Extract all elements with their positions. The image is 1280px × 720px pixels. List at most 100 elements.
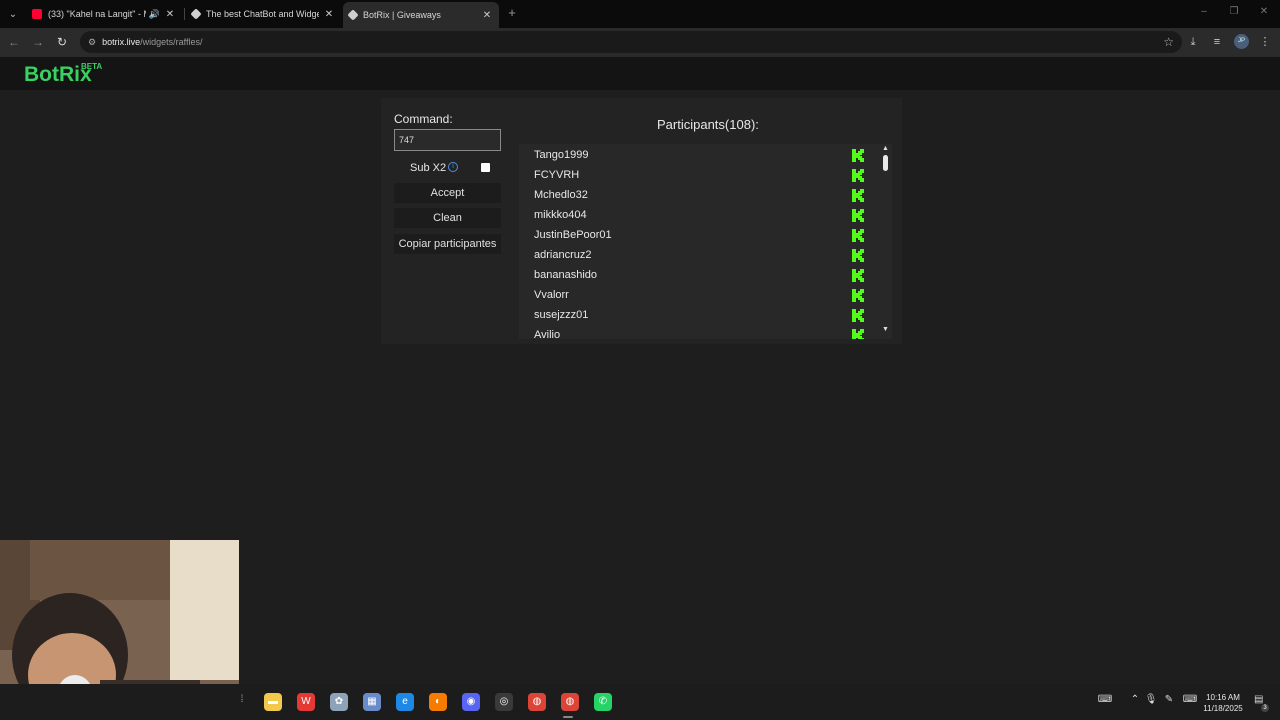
command-input[interactable] [394, 129, 501, 151]
kick-icon [852, 229, 864, 242]
edge-icon[interactable]: e [396, 693, 414, 711]
participant-row: bananashido [519, 265, 869, 285]
kick-icon [852, 169, 864, 182]
system-clock[interactable]: 10:16 AM 11/18/2025 [1198, 692, 1248, 714]
participant-name: FCYVRH [534, 169, 580, 181]
sub-x2-label: Sub X2 [410, 162, 447, 174]
botrix-favicon-icon [190, 8, 202, 20]
restore-icon[interactable]: ❐ [1227, 6, 1241, 17]
participant-row: Avilio [519, 325, 869, 339]
reload-icon[interactable]: ↻ [54, 34, 70, 50]
clock-time: 10:16 AM [1206, 693, 1240, 702]
close-window-icon[interactable]: ✕ [1257, 6, 1271, 17]
tab-divider [184, 8, 185, 20]
forward-icon[interactable]: → [30, 34, 46, 50]
participant-name: adriancruz2 [534, 249, 592, 261]
keyboard-layout-icon[interactable]: ⌨ [1097, 694, 1113, 705]
copy-participants-button[interactable]: Copiar participantes [394, 234, 501, 254]
participant-row: JustinBePoor01 [519, 225, 869, 245]
touch-keyboard-icon[interactable]: ⌨ [1182, 694, 1198, 705]
scroll-up-arrow-icon[interactable]: ▲ [882, 145, 889, 152]
participant-row: susejzzz01 [519, 305, 869, 325]
participants-list[interactable]: ▲ ▼ Tango1999 FCYVRH Mchedlo32 mikkko404 Jus… [519, 144, 892, 339]
participant-row: mikkko404 [519, 205, 869, 225]
scroll-down-arrow-icon[interactable]: ▼ [882, 326, 889, 333]
chrome-profile-icon[interactable]: ◍ [561, 693, 579, 711]
tab-youtube[interactable]: (33) "Kahel na Langit" - Mal 🔊 ✕ [26, 3, 182, 25]
clean-button[interactable]: Clean [394, 208, 501, 228]
participant-name: mikkko404 [534, 209, 587, 221]
tab-title: The best ChatBot and Widgets [206, 9, 319, 19]
audio-playing-icon[interactable]: 🔊 [149, 9, 160, 20]
participant-name: JustinBePoor01 [534, 229, 612, 241]
whatsapp-icon[interactable]: ✆ [594, 693, 612, 711]
participant-row: Mchedlo32 [519, 185, 869, 205]
raffle-panel: Command: Sub X2 i Accept Clean Copiar pa… [381, 98, 902, 344]
browser-toolbar: ← → ↻ ⚙ botrix.live /widgets/raffles/ ☆ … [0, 28, 1280, 57]
close-tab-icon[interactable]: ✕ [323, 9, 335, 20]
url-path: /widgets/raffles/ [140, 37, 203, 47]
tab-search-chevron-icon[interactable]: ⌄ [4, 5, 22, 23]
media-queue-icon[interactable]: ≡ [1209, 34, 1225, 50]
notifications-icon[interactable]: ▤ [1254, 694, 1263, 705]
participant-name: Vvalorr [534, 289, 569, 301]
botrix-favicon-icon [347, 9, 359, 21]
sub-x2-checkbox[interactable] [481, 163, 490, 172]
participant-row: Vvalorr [519, 285, 869, 305]
scrollbar-thumb[interactable] [883, 155, 888, 171]
address-bar[interactable]: ⚙ botrix.live /widgets/raffles/ ☆ [80, 31, 1182, 53]
site-header: BotRix BETA [0, 57, 1280, 90]
notification-count-badge: 3 [1261, 704, 1269, 712]
active-app-indicator [563, 716, 573, 718]
browser-menu-icon[interactable]: ⋮ [1257, 34, 1273, 50]
browser-tab-bar: ⌄ (33) "Kahel na Langit" - Mal 🔊 ✕ The b… [0, 0, 1280, 28]
sub-x2-option: Sub X2 i [394, 159, 501, 177]
participant-row: adriancruz2 [519, 245, 869, 265]
clock-date: 11/18/2025 [1203, 704, 1243, 713]
accept-button[interactable]: Accept [394, 183, 501, 203]
task-view-icon[interactable]: ⁞ [234, 694, 250, 705]
url-host: botrix.live [102, 37, 141, 47]
site-info-icon[interactable]: ⚙ [88, 37, 96, 48]
tab-botrix-giveaways[interactable]: BotRix | Giveaways ✕ [343, 2, 499, 28]
youtube-icon [32, 9, 42, 19]
bookmark-star-icon[interactable]: ☆ [1163, 35, 1174, 49]
back-icon[interactable]: ← [6, 34, 22, 50]
tab-botrix-home[interactable]: The best ChatBot and Widgets ✕ [186, 3, 341, 25]
participant-name: Tango1999 [534, 149, 589, 161]
calculator-icon[interactable]: ▦ [363, 693, 381, 711]
participant-row: Tango1999 [519, 145, 869, 165]
kick-icon [852, 249, 864, 262]
minimize-icon[interactable]: – [1197, 6, 1211, 17]
obs-icon[interactable]: ◎ [495, 693, 513, 711]
wps-office-icon[interactable]: W [297, 693, 315, 711]
participant-name: Mchedlo32 [534, 189, 588, 201]
kick-icon [852, 289, 864, 302]
tab-title: (33) "Kahel na Langit" - Mal [48, 9, 146, 19]
close-tab-icon[interactable]: ✕ [481, 10, 493, 21]
info-icon[interactable]: i [448, 162, 458, 172]
downloads-icon[interactable]: ⤓ [1185, 34, 1201, 50]
participant-row: FCYVRH [519, 165, 869, 185]
participant-name: Avilio [534, 329, 561, 339]
kick-icon [852, 329, 864, 339]
kick-icon [852, 149, 864, 162]
kick-icon [852, 309, 864, 322]
show-hidden-icons-chevron-icon[interactable]: ⌃ [1127, 694, 1143, 705]
command-label: Command: [394, 112, 453, 126]
new-tab-button[interactable]: + [505, 5, 519, 21]
chrome-icon[interactable]: ◍ [528, 693, 546, 711]
pen-icon[interactable]: ✎ [1161, 694, 1177, 705]
profile-avatar[interactable]: JP [1234, 34, 1249, 49]
tab-title: BotRix | Giveaways [363, 10, 441, 20]
beta-badge: BETA [81, 62, 103, 71]
participant-name: bananashido [534, 269, 598, 281]
kick-icon [852, 189, 864, 202]
discord-icon[interactable]: ◉ [462, 693, 480, 711]
close-tab-icon[interactable]: ✕ [164, 9, 176, 20]
app-icon[interactable]: ◐ [429, 693, 447, 711]
paint-icon[interactable]: ✿ [330, 693, 348, 711]
microphone-icon[interactable]: 🎙 [1143, 694, 1159, 705]
file-explorer-icon[interactable]: ▬ [264, 693, 282, 711]
windows-taskbar: ⁞ ▬ W ✿ ▦ e ◐ ◉ ◎ ◍ ◍ ✆ ⌨ ⌃ 🎙 ✎ ⌨ 10:16 AM 11/18/2… [0, 684, 1280, 720]
